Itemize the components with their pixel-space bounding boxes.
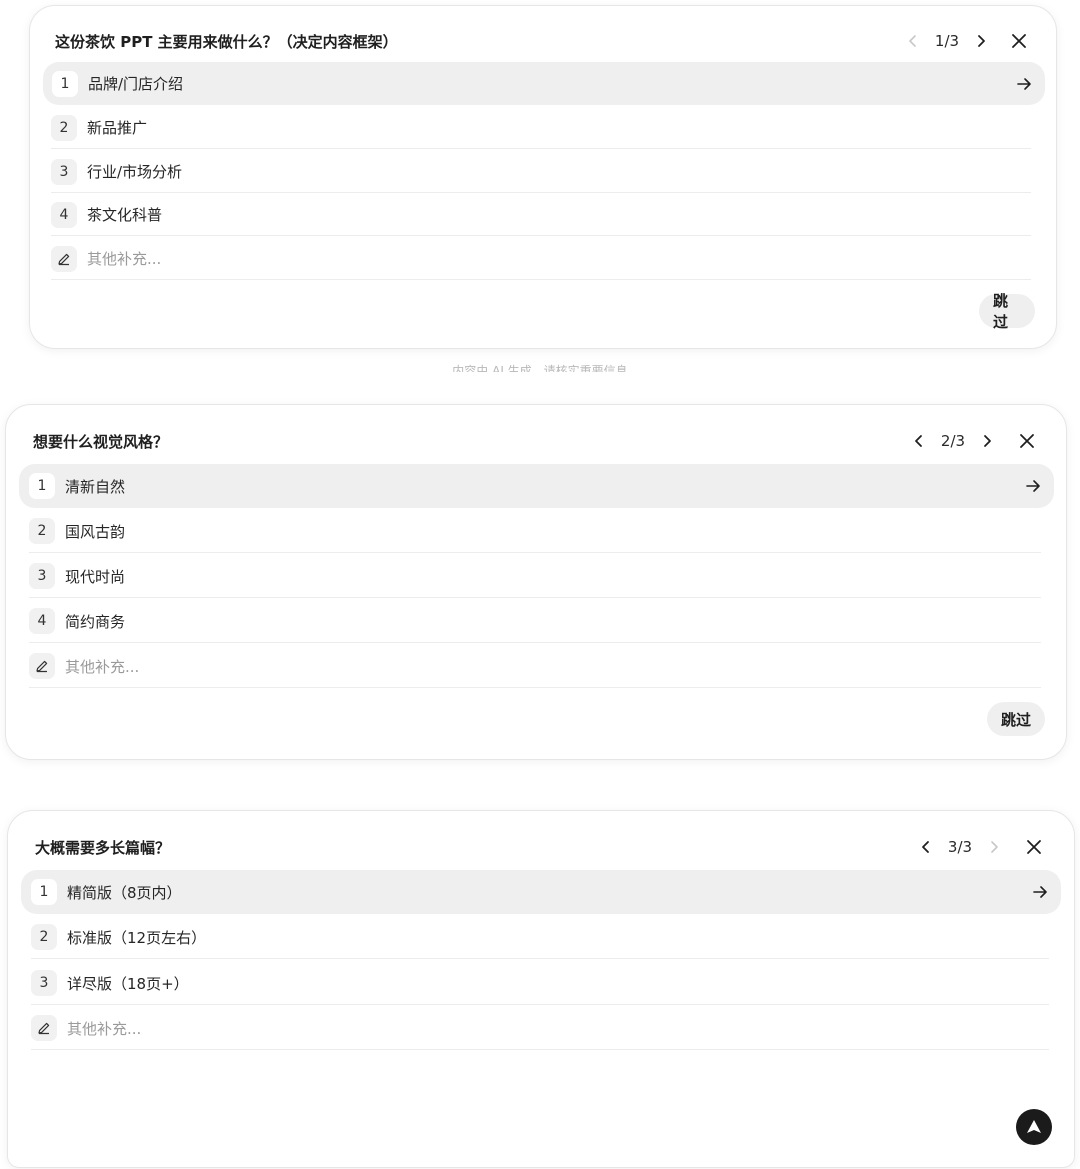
other-input-placeholder: 其他补充... (87, 250, 162, 268)
question-card-1: 这份茶饮 PPT 主要用来做什么？（决定内容框架） 1/3 1 品牌/门店介绍 … (29, 5, 1057, 349)
caret-up-icon[interactable] (1016, 1109, 1052, 1145)
option-row[interactable]: 3 详尽版（18页+） (31, 961, 1049, 1005)
option-label: 品牌/门店介绍 (88, 75, 184, 93)
option-label: 详尽版（18页+） (67, 974, 189, 993)
chevron-right-icon[interactable] (970, 30, 992, 52)
option-label: 标准版（12页左右） (67, 928, 207, 947)
option-row[interactable]: 2 新品推广 (51, 106, 1031, 149)
option-label: 现代时尚 (65, 567, 126, 586)
option-number: 2 (31, 924, 57, 950)
question-card-2: 想要什么视觉风格？ 2/3 1 清新自然 2 国风古韵 3 现代时尚 4 简约商… (5, 404, 1067, 760)
arrow-right-icon (1026, 480, 1040, 492)
pager: 1/3 (902, 30, 992, 52)
card-header: 想要什么视觉风格？ (6, 421, 1066, 461)
question-title: 想要什么视觉风格？ (33, 432, 169, 451)
chevron-left-icon[interactable] (908, 430, 930, 452)
close-icon[interactable] (1022, 835, 1046, 859)
chevron-right-icon[interactable] (976, 430, 998, 452)
pencil-icon (31, 1015, 57, 1041)
option-row[interactable]: 1 品牌/门店介绍 (43, 62, 1045, 105)
question-title: 这份茶饮 PPT 主要用来做什么？（决定内容框架） (55, 32, 398, 51)
option-row[interactable]: 2 标准版（12页左右） (31, 915, 1049, 959)
question-card-3: 大概需要多长篇幅？ 3/3 1 精简版（8页内） 2 标准版（12页左右） 3 … (7, 810, 1075, 1168)
chevron-right-icon[interactable] (983, 836, 1005, 858)
option-row[interactable]: 3 行业/市场分析 (51, 150, 1031, 193)
other-input-row[interactable]: 其他补充... (29, 644, 1041, 688)
option-number: 1 (29, 473, 55, 499)
option-row[interactable]: 4 简约商务 (29, 599, 1041, 643)
option-number: 3 (31, 970, 57, 996)
option-row[interactable]: 1 清新自然 (19, 464, 1054, 508)
ai-disclaimer: 内容由 AI 生成，请核实重要信息 (452, 364, 628, 372)
option-number: 2 (29, 518, 55, 544)
option-label: 行业/市场分析 (87, 163, 183, 181)
option-number: 1 (52, 70, 78, 97)
other-input-placeholder: 其他补充... (67, 1019, 142, 1038)
option-label: 国风古韵 (65, 522, 126, 541)
option-label: 精简版（8页内） (67, 883, 182, 902)
chevron-left-icon[interactable] (915, 836, 937, 858)
option-number: 3 (51, 158, 77, 185)
option-number: 4 (29, 608, 55, 634)
other-input-row[interactable]: 其他补充... (31, 1006, 1049, 1050)
option-row[interactable]: 4 茶文化科普 (51, 193, 1031, 236)
option-label: 茶文化科普 (87, 206, 163, 224)
option-label: 简约商务 (65, 612, 126, 631)
option-number: 1 (31, 879, 57, 905)
other-input-row[interactable]: 其他补充... (51, 237, 1031, 280)
pencil-icon (29, 653, 55, 679)
option-label: 新品推广 (87, 119, 148, 137)
skip-button[interactable]: 跳过 (987, 702, 1045, 736)
arrow-right-icon (1033, 886, 1047, 898)
page-counter: 3/3 (947, 838, 973, 856)
option-row[interactable]: 1 精简版（8页内） (21, 870, 1061, 914)
pencil-icon (51, 245, 77, 272)
close-icon[interactable] (1015, 429, 1039, 453)
page-counter: 1/3 (934, 32, 960, 50)
option-number: 4 (51, 201, 77, 228)
option-row[interactable]: 2 国风古韵 (29, 509, 1041, 553)
question-title: 大概需要多长篇幅？ (35, 838, 171, 857)
option-number: 3 (29, 563, 55, 589)
pager: 3/3 (915, 836, 1005, 858)
chevron-left-icon[interactable] (902, 30, 924, 52)
pager: 2/3 (908, 430, 998, 452)
option-label: 清新自然 (65, 477, 126, 496)
option-row[interactable]: 3 现代时尚 (29, 554, 1041, 598)
option-number: 2 (51, 114, 77, 141)
page-counter: 2/3 (940, 432, 966, 450)
close-icon[interactable] (1007, 29, 1031, 53)
arrow-right-icon (1017, 77, 1031, 90)
skip-button[interactable]: 跳过 (979, 292, 1035, 331)
other-input-placeholder: 其他补充... (65, 657, 140, 676)
